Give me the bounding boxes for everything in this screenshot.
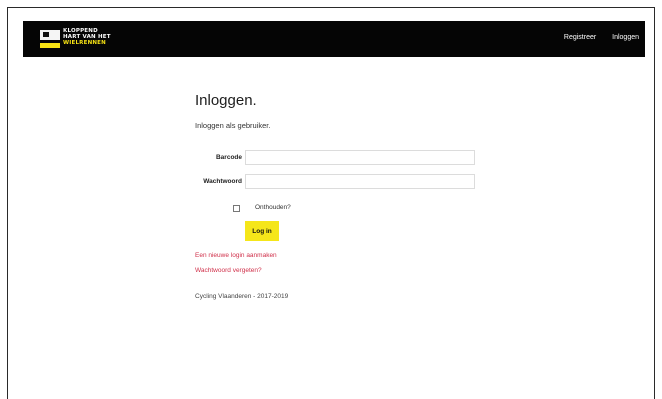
forgot-password-link[interactable]: Wachtwoord vergeten? xyxy=(195,267,262,274)
remember-label[interactable]: Onthouden? xyxy=(255,204,291,211)
barcode-input[interactable] xyxy=(245,150,475,165)
browser-frame xyxy=(7,7,655,399)
logo-mark-icon xyxy=(40,30,60,40)
top-navbar: KLOPPEND HART VAN HET WIELRENNEN Registr… xyxy=(23,21,645,57)
password-row: Wachtwoord xyxy=(195,174,495,190)
logo-text: KLOPPEND HART VAN HET WIELRENNEN xyxy=(63,28,111,47)
brand-logo[interactable]: KLOPPEND HART VAN HET WIELRENNEN xyxy=(40,28,130,50)
password-label: Wachtwoord xyxy=(203,178,242,185)
barcode-label: Barcode xyxy=(215,154,242,161)
footer-text: Cycling Vlaanderen - 2017-2019 xyxy=(195,293,289,300)
page-title: Inloggen. xyxy=(195,92,257,109)
logo-line-3: WIELRENNEN xyxy=(63,40,106,47)
password-input[interactable] xyxy=(245,174,475,189)
login-button[interactable]: Log in xyxy=(245,221,279,241)
login-panel: Inloggen. Inloggen als gebruiker. Barcod… xyxy=(195,92,495,300)
nav-link-register[interactable]: Registreer xyxy=(564,34,596,41)
remember-checkbox[interactable] xyxy=(233,205,240,212)
page-subtitle: Inloggen als gebruiker. xyxy=(195,121,271,130)
logo-yellow-bar xyxy=(40,43,60,48)
nav-links: Registreer Inloggen xyxy=(550,34,639,41)
nav-link-login[interactable]: Inloggen xyxy=(612,34,639,41)
register-link[interactable]: Een nieuwe login aanmaken xyxy=(195,252,277,259)
barcode-row: Barcode xyxy=(195,150,495,166)
